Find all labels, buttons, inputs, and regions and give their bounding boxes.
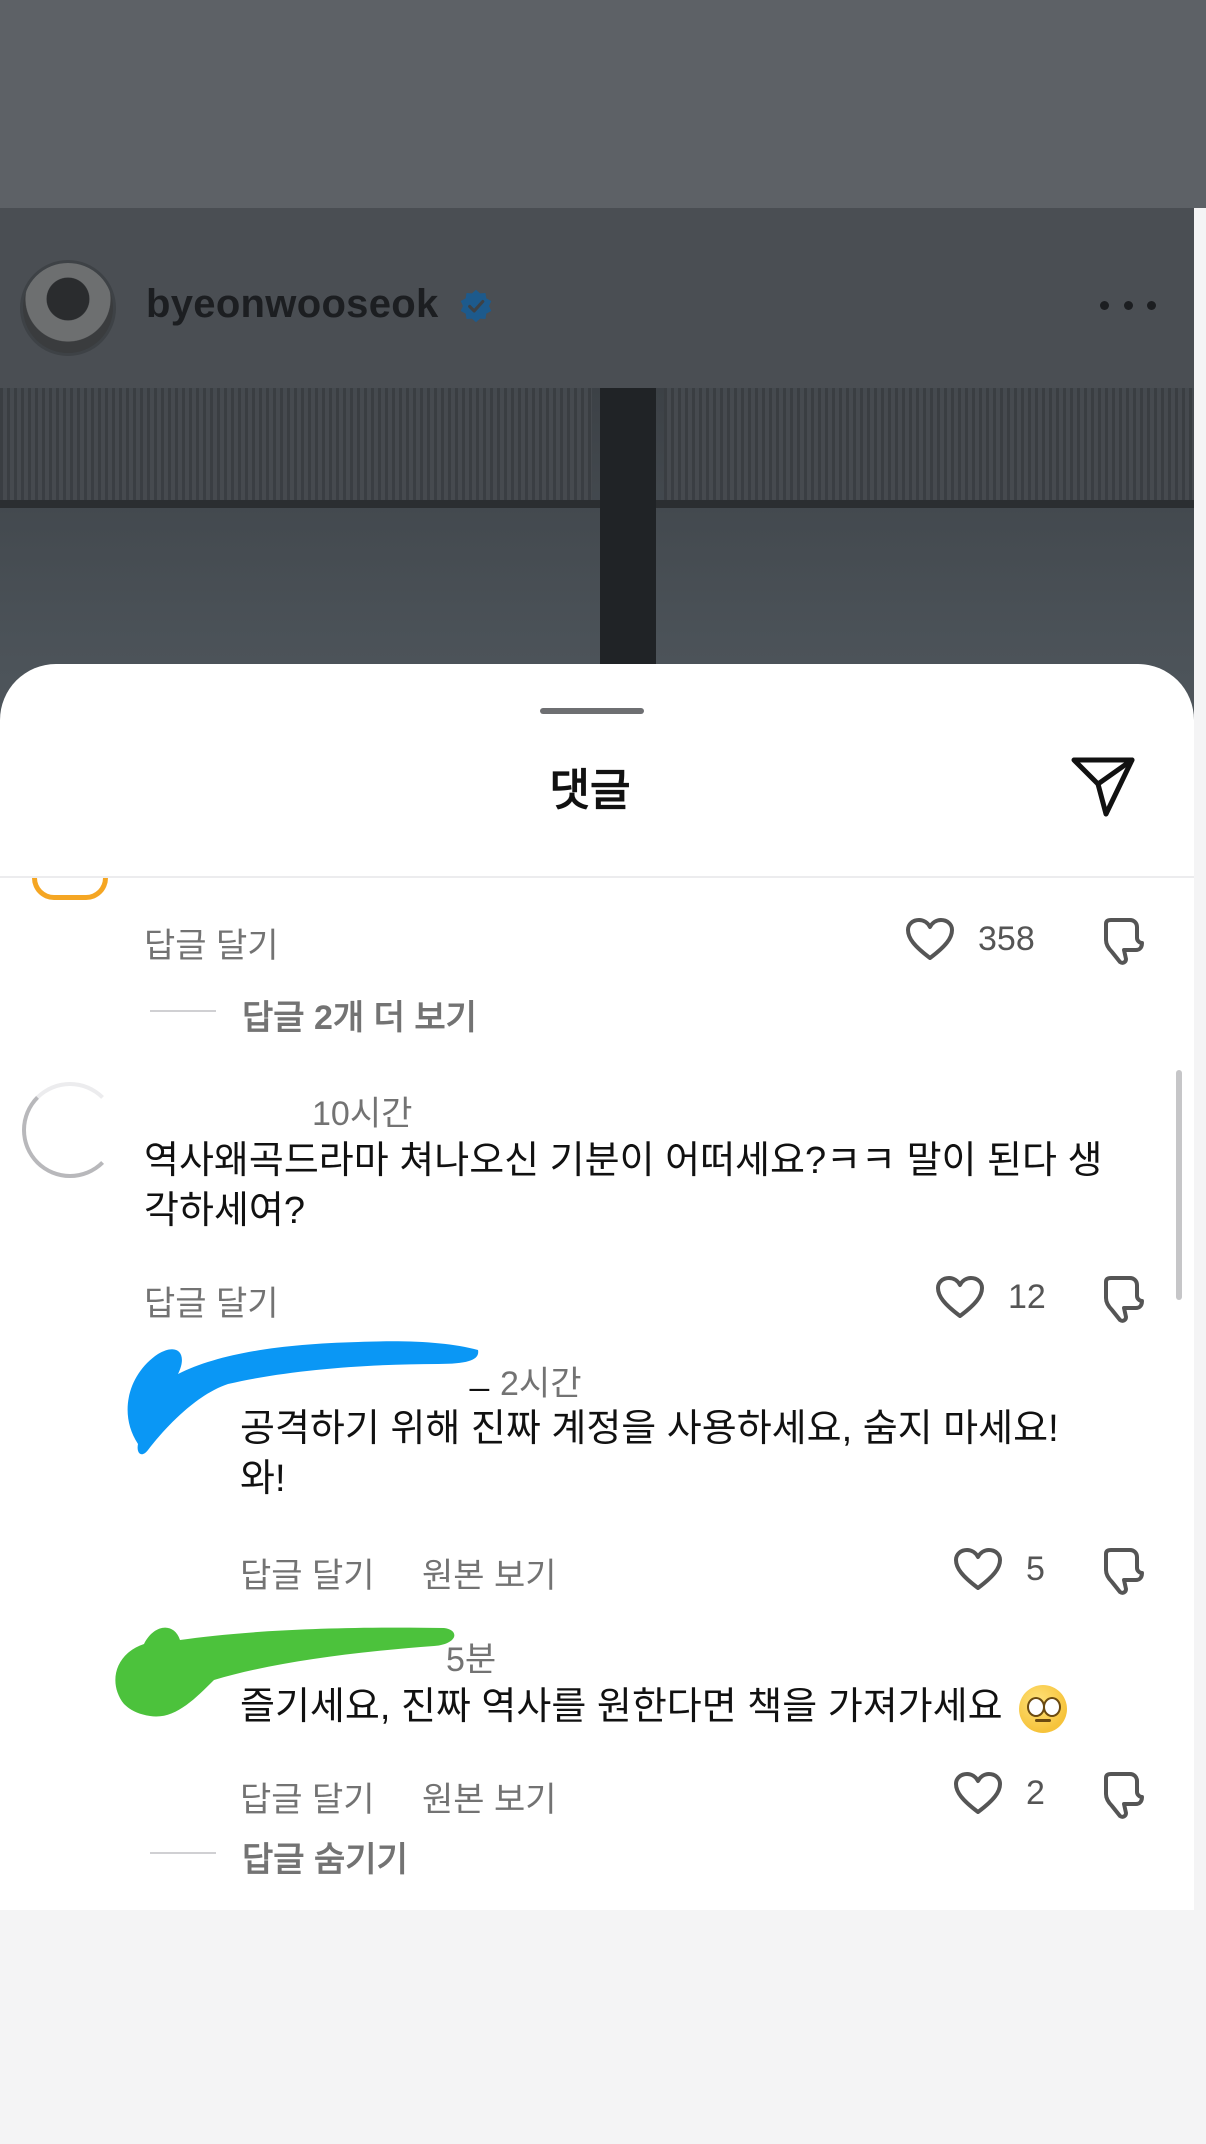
- window-blind-right: [664, 388, 1194, 503]
- reply-button[interactable]: 답글 달기: [144, 918, 279, 967]
- avatar[interactable]: [32, 878, 108, 900]
- post-username[interactable]: byeonwooseok: [146, 282, 439, 327]
- hide-replies-button[interactable]: 답글 숨기기: [242, 1832, 408, 1881]
- more-options-icon[interactable]: [1100, 290, 1156, 320]
- thread-line: [150, 1852, 216, 1854]
- comment-text: 역사왜곡드라마 쳐나오신 기분이 어떠세요?ㅋㅋ 말이 된다 생 각하세여?: [144, 1140, 1103, 1232]
- send-icon[interactable]: [1068, 750, 1138, 820]
- reply-text: 즐기세요, 진짜 역사를 원한다면 책을 가져가세요: [240, 1682, 1068, 1733]
- sheet-title: 댓글: [549, 766, 631, 815]
- heart-icon[interactable]: [934, 1274, 986, 1320]
- reply-button[interactable]: 답글 달기: [240, 1772, 375, 1821]
- reply-button[interactable]: 답글 달기: [144, 1276, 279, 1325]
- reply-button[interactable]: 답글 달기: [240, 1548, 375, 1597]
- heart-icon[interactable]: [952, 1546, 1004, 1592]
- view-original-button[interactable]: 원본 보기: [422, 1772, 557, 1821]
- comments-sheet: 댓글 답글 달기 358 답글 2개 더 보기 10시간 역사왜곡드라마 쳐나오…: [0, 664, 1194, 1910]
- comment-time: 10시간: [312, 1095, 413, 1133]
- heart-icon[interactable]: [904, 916, 956, 962]
- view-original-button[interactable]: 원본 보기: [422, 1548, 557, 1597]
- window-frame-bar: [0, 500, 1194, 508]
- thread-line: [150, 1010, 216, 1012]
- like-count: 12: [1008, 1278, 1046, 1316]
- dislike-icon[interactable]: [1100, 1770, 1146, 1820]
- dislike-icon[interactable]: [1100, 1546, 1146, 1596]
- rolling-eyes-emoji-icon: [1019, 1684, 1068, 1733]
- like-count: 358: [978, 920, 1035, 958]
- view-more-replies-button[interactable]: 답글 2개 더 보기: [242, 990, 477, 1039]
- reply-username-suffix: _: [470, 1354, 489, 1392]
- reply-time: 2시간: [500, 1365, 582, 1403]
- avatar[interactable]: [22, 1082, 118, 1178]
- post-header: byeonwooseok: [0, 208, 1194, 388]
- reply-time: 5분: [446, 1641, 497, 1679]
- dimmed-background: [0, 0, 1206, 208]
- reply-text: 공격하기 위해 진짜 계정을 사용하세요, 숨지 마세요! 와!: [240, 1408, 1059, 1500]
- like-count: 2: [1026, 1774, 1045, 1812]
- verified-badge-icon: [460, 289, 492, 323]
- heart-icon[interactable]: [952, 1770, 1004, 1816]
- avatar[interactable]: [20, 260, 116, 356]
- scrollbar[interactable]: [1176, 1070, 1182, 1300]
- sheet-grabber[interactable]: [540, 708, 644, 714]
- sheet-divider: [0, 876, 1194, 878]
- like-count: 5: [1026, 1550, 1045, 1588]
- dislike-icon[interactable]: [1100, 1274, 1146, 1324]
- dislike-icon[interactable]: [1100, 916, 1146, 966]
- window-blind-left: [0, 388, 592, 503]
